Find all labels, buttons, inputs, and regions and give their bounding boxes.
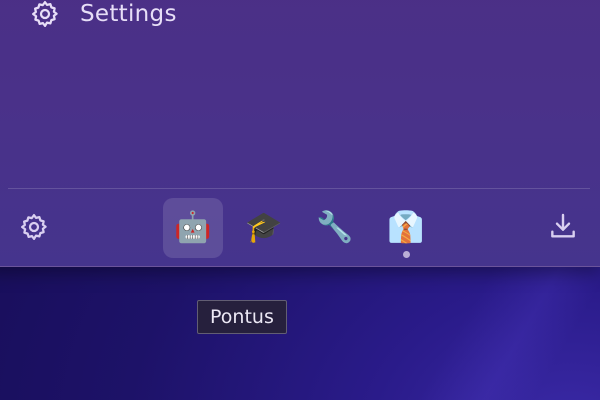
menu-item-settings[interactable]: Settings	[30, 0, 177, 28]
download-button[interactable]	[544, 211, 582, 247]
download-icon	[547, 211, 579, 247]
tab-robot[interactable]: 🤖	[163, 198, 223, 258]
menu-item-settings-label: Settings	[80, 1, 177, 27]
wrench-icon: 🔧	[316, 210, 354, 245]
toolbar-divider	[8, 188, 590, 189]
running-indicator-dot	[402, 251, 410, 258]
launcher-panel	[0, 0, 600, 267]
graduation-cap-icon: 🎓	[245, 210, 283, 245]
robot-icon: 🤖	[174, 210, 212, 245]
toolbar-settings-button[interactable]	[16, 211, 52, 247]
gear-icon	[19, 212, 49, 246]
shirt-tie-icon: 👔	[387, 210, 425, 245]
gear-icon	[30, 0, 60, 29]
tooltip: Pontus	[197, 300, 287, 334]
tab-graduation-cap[interactable]: 🎓	[234, 198, 294, 258]
tab-shirt-tie[interactable]: 👔	[376, 198, 436, 258]
tab-wrench[interactable]: 🔧	[305, 198, 365, 258]
